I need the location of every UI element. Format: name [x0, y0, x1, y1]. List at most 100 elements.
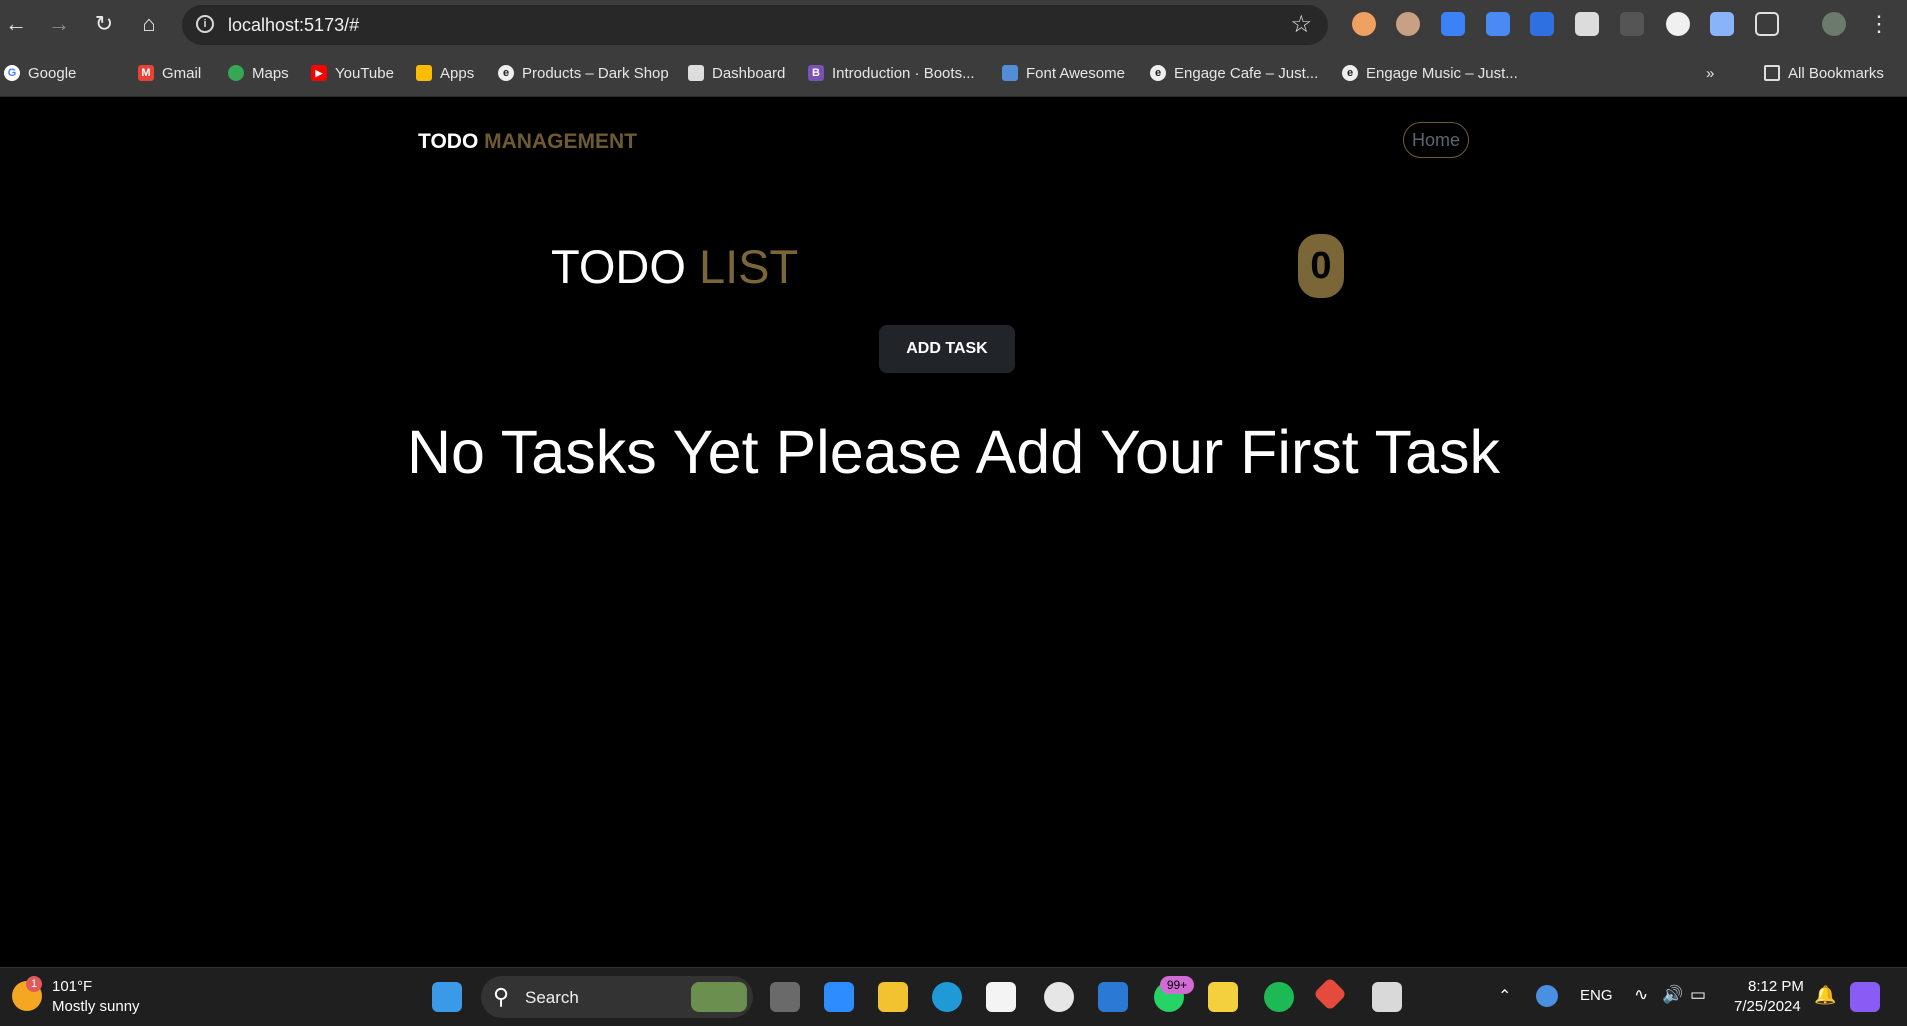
translate-extension-icon[interactable]: [1486, 12, 1510, 36]
bookmark-label: Apps: [440, 64, 475, 82]
home-nav-button[interactable]: Home: [1403, 122, 1469, 158]
search-label: Search: [525, 988, 579, 1007]
apps-grid-icon: [416, 65, 432, 81]
weather-description[interactable]: Mostly sunny: [52, 998, 140, 1015]
title-accent: LIST: [698, 240, 799, 293]
vscode-icon[interactable]: [1098, 982, 1128, 1012]
browser-menu-icon[interactable]: ⋮: [1863, 8, 1895, 40]
clock-time[interactable]: 8:12 PM: [1748, 978, 1804, 995]
onedrive-icon[interactable]: [1536, 985, 1558, 1007]
bookmark-gmail[interactable]: M Gmail: [138, 62, 201, 84]
add-task-button[interactable]: ADD TASK: [879, 325, 1015, 373]
bookmark-label: Engage Cafe – Just...: [1174, 64, 1319, 82]
notification-bell-icon[interactable]: 🔔: [1814, 985, 1836, 1006]
extension-icon-2[interactable]: [1396, 12, 1420, 36]
site-icon: e: [1150, 65, 1166, 81]
bookmarks-overflow-icon[interactable]: »: [1706, 62, 1714, 84]
bookmark-label: Gmail: [162, 64, 202, 82]
extension-icon-9[interactable]: [1710, 12, 1734, 36]
bookmark-label: Maps: [252, 64, 289, 82]
youtube-icon: ▶: [311, 65, 327, 81]
whatsapp-badge: 99+: [1160, 976, 1194, 994]
bookmark-label: Dashboard: [712, 64, 786, 82]
address-bar[interactable]: i localhost:5173/# ☆: [182, 5, 1328, 45]
site-icon: e: [1342, 65, 1358, 81]
url-text[interactable]: localhost:5173/#: [228, 15, 359, 36]
bookmark-label: YouTube: [335, 64, 394, 82]
bookmark-label: Font Awesome: [1026, 64, 1125, 82]
google-icon: G: [4, 65, 20, 81]
task-view-icon[interactable]: [770, 982, 800, 1012]
snipping-tool-icon[interactable]: [1372, 982, 1402, 1012]
bookmark-bootstrap[interactable]: B Introduction · Boots...: [808, 62, 975, 84]
language-indicator[interactable]: ENG: [1580, 987, 1613, 1004]
spotify-icon[interactable]: [1264, 982, 1294, 1012]
search-icon: ⚲: [493, 984, 510, 1009]
bookmark-apps[interactable]: Apps: [416, 62, 474, 84]
volume-icon[interactable]: 🔊: [1662, 985, 1683, 1005]
maps-icon: [228, 65, 244, 81]
dashboard-icon: [688, 65, 704, 81]
folder-icon: [1764, 65, 1780, 81]
profile-avatar[interactable]: [1822, 12, 1846, 36]
bookmark-font-awesome[interactable]: Font Awesome: [1002, 62, 1125, 84]
bookmark-star-icon[interactable]: ☆: [1290, 10, 1312, 39]
ms-store-icon[interactable]: [986, 982, 1016, 1012]
reload-icon[interactable]: ↻: [88, 8, 120, 40]
tray-chevron-icon[interactable]: ⌃: [1498, 986, 1511, 1006]
bookmark-label: Google: [28, 64, 77, 82]
bookmark-label: Engage Music – Just...: [1366, 64, 1518, 82]
bookmark-maps[interactable]: Maps: [228, 62, 289, 84]
zoom-icon[interactable]: [824, 982, 854, 1012]
task-count-badge: 0: [1298, 234, 1344, 298]
extension-icon-8[interactable]: [1666, 12, 1690, 36]
bookmark-google[interactable]: G Google: [4, 62, 76, 84]
app-brand[interactable]: TODO MANAGEMENT: [418, 130, 637, 154]
all-bookmarks-button[interactable]: All Bookmarks: [1764, 62, 1884, 84]
taskbar-search[interactable]: ⚲ Search: [481, 976, 753, 1018]
search-highlight-image: [691, 982, 747, 1012]
bookmark-dark-shop[interactable]: e Products – Dark Shop: [498, 62, 669, 84]
puzzle-extension-icon[interactable]: [1530, 12, 1554, 36]
wifi-icon[interactable]: ∿: [1634, 985, 1648, 1005]
site-info-icon[interactable]: i: [196, 15, 214, 33]
git-icon[interactable]: [1313, 977, 1347, 1011]
extension-icon-3[interactable]: [1441, 12, 1465, 36]
page-content: TODO MANAGEMENT Home TODO LIST 0 ADD TAS…: [0, 97, 1907, 967]
file-explorer-icon[interactable]: [878, 982, 908, 1012]
copilot-icon[interactable]: [1850, 982, 1880, 1012]
bookmark-engage-music[interactable]: e Engage Music – Just...: [1342, 62, 1518, 84]
extension-icon-7[interactable]: [1620, 12, 1644, 36]
bookmarks-bar: G Google M Gmail Maps ▶ YouTube Apps e P…: [0, 50, 1907, 97]
windows-taskbar: 1 101°F Mostly sunny ⚲ Search 99+ ⌃ ENG …: [0, 967, 1907, 1026]
brand-accent: MANAGEMENT: [484, 130, 637, 153]
postman-icon[interactable]: [1208, 982, 1238, 1012]
brand-primary: TODO: [418, 130, 479, 153]
windows-start-icon[interactable]: [432, 982, 462, 1012]
extensions-menu-icon[interactable]: [1755, 12, 1779, 36]
gmail-icon: M: [138, 65, 154, 81]
site-icon: e: [498, 65, 514, 81]
extension-icon-1[interactable]: [1352, 12, 1376, 36]
edge-icon[interactable]: [932, 982, 962, 1012]
browser-toolbar: ← → ↻ ⌂ i localhost:5173/# ☆ ⋮: [0, 0, 1907, 50]
weather-temperature[interactable]: 101°F: [52, 978, 92, 995]
all-bookmarks-label: All Bookmarks: [1788, 64, 1884, 82]
flag-icon: [1002, 65, 1018, 81]
chrome-icon[interactable]: [1044, 982, 1074, 1012]
clock-date[interactable]: 7/25/2024: [1734, 998, 1801, 1015]
bookmark-youtube[interactable]: ▶ YouTube: [311, 62, 394, 84]
bootstrap-icon: B: [808, 65, 824, 81]
battery-icon[interactable]: ▭: [1690, 985, 1706, 1005]
back-icon[interactable]: ←: [0, 8, 32, 40]
weather-badge: 1: [26, 976, 42, 992]
extension-icon-6[interactable]: [1575, 12, 1599, 36]
bookmark-label: Products – Dark Shop: [522, 64, 669, 82]
bookmark-dashboard[interactable]: Dashboard: [688, 62, 785, 84]
empty-state-message: No Tasks Yet Please Add Your First Task: [406, 418, 1501, 486]
title-primary: TODO: [551, 240, 686, 293]
forward-icon[interactable]: →: [43, 8, 75, 40]
bookmark-engage-cafe[interactable]: e Engage Cafe – Just...: [1150, 62, 1318, 84]
todo-list-title: TODO LIST: [551, 239, 798, 294]
home-icon[interactable]: ⌂: [133, 8, 165, 40]
